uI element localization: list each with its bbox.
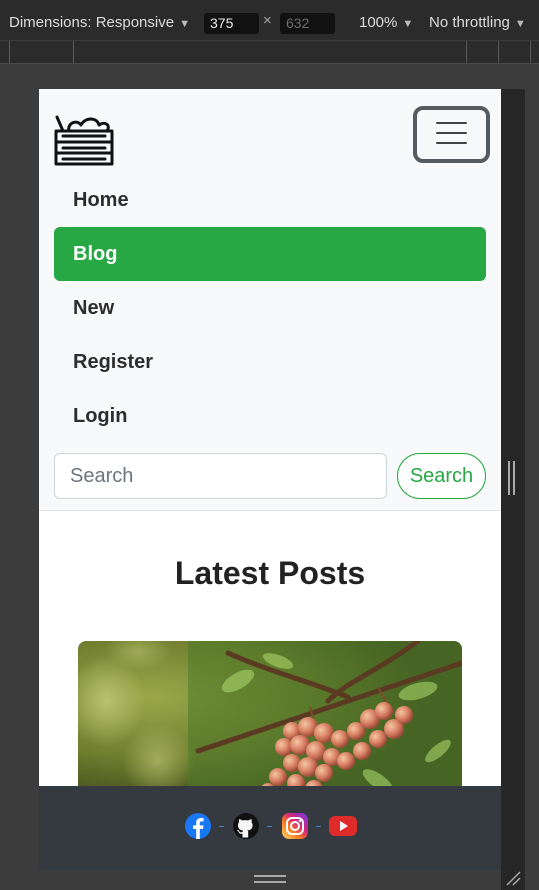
instagram-icon[interactable]: [281, 812, 309, 840]
separator: [219, 826, 224, 827]
search-button[interactable]: Search: [397, 453, 486, 499]
nav-item-new[interactable]: New: [54, 281, 486, 335]
facebook-icon[interactable]: [184, 812, 212, 840]
resize-handle-right[interactable]: [508, 461, 515, 495]
zoom-dropdown[interactable]: 100% ▼: [359, 0, 413, 40]
nav-item-register[interactable]: Register: [54, 335, 486, 389]
width-input[interactable]: 375: [204, 13, 259, 34]
search-input[interactable]: [54, 453, 387, 499]
zoom-label: 100%: [359, 14, 398, 31]
section-title: Latest Posts: [174, 555, 366, 591]
nav-item-blog[interactable]: Blog: [54, 227, 486, 281]
youtube-icon[interactable]: [328, 812, 358, 840]
devtools-toolbar: Dimensions: Responsive ▼ 375 × 632 100% ▼ …: [0, 0, 539, 40]
github-icon[interactable]: [232, 812, 260, 840]
separator: [267, 826, 272, 827]
footer: [39, 786, 501, 870]
height-input[interactable]: 632: [280, 13, 335, 34]
throttling-dropdown[interactable]: No throttling ▼: [429, 0, 526, 40]
media-query-ruler: [0, 40, 539, 64]
navbar: Home Blog New Register Login Search: [39, 89, 501, 511]
chevron-down-icon: ▼: [179, 18, 190, 30]
chevron-down-icon: ▼: [514, 18, 526, 30]
grapes-on-vine-photo[interactable]: [78, 641, 462, 801]
times-icon: ×: [263, 12, 272, 29]
emulated-page: Home Blog New Register Login Search Late…: [39, 89, 501, 870]
dimensions-label: Dimensions: Responsive: [9, 14, 175, 31]
resize-handle-bottom[interactable]: [254, 875, 286, 883]
separator: [316, 826, 321, 827]
throttling-label: No throttling: [429, 14, 510, 31]
resize-corner-icon[interactable]: [505, 870, 521, 886]
nav-item-login[interactable]: Login: [54, 389, 486, 443]
navbar-toggler[interactable]: [413, 106, 490, 163]
nav-item-home[interactable]: Home: [54, 173, 486, 227]
dimensions-dropdown[interactable]: Dimensions: Responsive ▼: [9, 0, 190, 40]
vegetable-crate-icon[interactable]: [53, 111, 115, 167]
chevron-down-icon: ▼: [402, 18, 414, 30]
